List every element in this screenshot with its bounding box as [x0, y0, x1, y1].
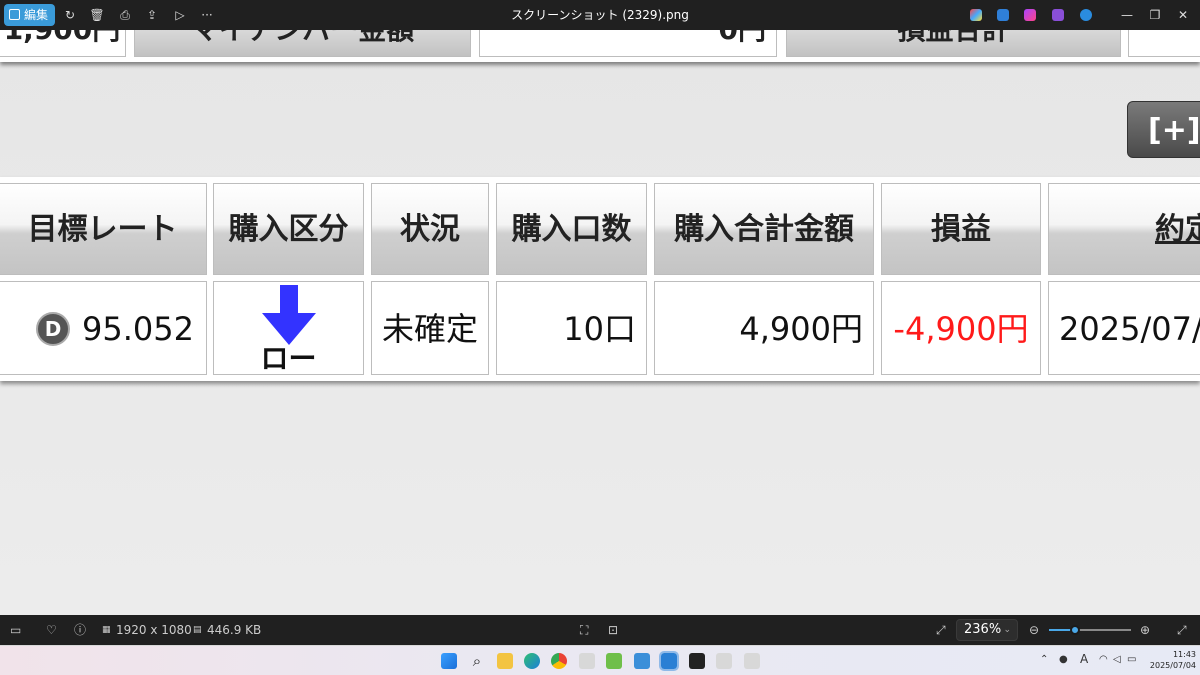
app-icon-5[interactable] — [744, 653, 760, 669]
start-icon[interactable] — [441, 653, 457, 669]
battery-icon[interactable]: ▭ — [1127, 654, 1136, 665]
taskbar: ⌕ ⌃ ● A ◠ ◁ ▭ 11:43 2025/07/04 — [0, 645, 1200, 675]
chevron-down-icon: ⌄ — [1003, 625, 1011, 635]
slideshow-icon[interactable]: ▷ — [172, 7, 188, 23]
zoom-slider-thumb[interactable] — [1070, 625, 1081, 635]
header-purchase-type: 購入区分 — [213, 183, 364, 275]
top-cell-amount: 1,900円 — [0, 30, 126, 57]
down-arrow-icon — [262, 285, 316, 345]
clock-date: 2025/07/04 — [1149, 661, 1196, 670]
top-cell-extra — [1128, 30, 1200, 57]
zoom-in-icon[interactable]: ⊕ — [1140, 615, 1150, 645]
photos-editor-icon[interactable] — [997, 9, 1009, 21]
header-total-amount: 購入合計金額 — [654, 183, 874, 275]
file-size: 446.9 KB — [207, 623, 262, 637]
clock-time: 11:43 — [1172, 650, 1196, 659]
favorite-icon[interactable]: ♡ — [46, 615, 57, 645]
photos-icon[interactable] — [659, 651, 679, 671]
top-cell-value: 0円 — [479, 30, 777, 57]
top-summary-row: 1,900円 マイナンバー金額 0円 損益合計 — [0, 30, 1200, 62]
app-icon-3[interactable] — [689, 653, 705, 669]
ime-indicator[interactable]: A — [1080, 652, 1088, 666]
position-table: 目標レート 購入区分 状況 購入口数 購入合計金額 損益 約定 D 95.052… — [0, 177, 1200, 381]
ocr-icon[interactable]: ⊡ — [608, 615, 618, 645]
cell-status: 未確定 — [371, 281, 489, 375]
onedrive-icon[interactable] — [1080, 9, 1092, 21]
close-icon[interactable]: ✕ — [1174, 6, 1192, 24]
share-icon[interactable]: ⇪ — [144, 7, 160, 23]
delete-icon[interactable]: 🗑 — [89, 7, 105, 23]
notepad-icon[interactable] — [634, 653, 650, 669]
info-icon[interactable]: ⓘ — [74, 615, 86, 645]
header-execution-date[interactable]: 約定 — [1048, 183, 1200, 275]
app-icon-2[interactable] — [606, 653, 622, 669]
digital-badge-icon: D — [36, 312, 70, 346]
cell-profit-loss: -4,900円 — [881, 281, 1041, 375]
header-profit-loss: 損益 — [881, 183, 1041, 275]
header-target-rate: 目標レート — [0, 183, 207, 275]
status-bar: ▭ ♡ ⓘ ▦ 1920 x 1080 ▤ 446.9 KB ⛶ ⊡ ⤢ 236… — [0, 615, 1200, 645]
expand-button[interactable]: [+] — [1127, 101, 1200, 158]
fit-to-window-icon[interactable]: ⤢ — [936, 615, 946, 645]
tray-app-icon[interactable]: ● — [1059, 654, 1068, 665]
file-explorer-icon[interactable] — [497, 653, 513, 669]
zoom-select[interactable]: 236% ⌄ — [956, 619, 1018, 641]
minimize-icon[interactable]: — — [1118, 6, 1136, 24]
top-cell-pl-total: 損益合計 — [786, 30, 1121, 57]
image-dimensions: 1920 x 1080 — [116, 623, 192, 637]
cell-execution-date: 2025/07/ — [1048, 281, 1200, 375]
edge-icon[interactable] — [524, 653, 540, 669]
system-clock[interactable]: 11:43 2025/07/04 — [1146, 649, 1196, 671]
title-bar: 編集 ↻ 🗑 ⎙ ⇪ ▷ ··· スクリーンショット (2329).png — … — [0, 0, 1200, 30]
edit-label: 編集 — [24, 8, 49, 22]
filmstrip-icon[interactable]: ▭ — [10, 615, 21, 645]
app-icon-1[interactable] — [579, 653, 595, 669]
designer-icon[interactable] — [1024, 9, 1036, 21]
zoom-value: 236% — [964, 622, 1002, 637]
clipchamp-icon[interactable] — [1052, 9, 1064, 21]
direction-label: ロー — [260, 342, 317, 375]
rotate-icon[interactable]: ↻ — [62, 7, 78, 23]
actual-size-icon[interactable]: ⛶ — [580, 615, 588, 645]
fullscreen-icon[interactable]: ⤢ — [1177, 615, 1187, 645]
copilot-icon[interactable] — [970, 9, 982, 21]
app-icon-4[interactable] — [716, 653, 732, 669]
edit-button[interactable]: 編集 — [4, 4, 55, 26]
search-icon[interactable]: ⌕ — [469, 653, 485, 669]
restore-icon[interactable]: ❐ — [1146, 6, 1164, 24]
cell-total-amount: 4,900円 — [654, 281, 874, 375]
image-viewport[interactable]: 1,900円 マイナンバー金額 0円 損益合計 [+] 目標レート 購入区分 状… — [0, 30, 1200, 615]
filesize-icon: ▤ — [193, 625, 202, 635]
volume-icon[interactable]: ◁ — [1113, 654, 1121, 665]
header-lots: 購入口数 — [496, 183, 647, 275]
chrome-icon[interactable] — [551, 653, 567, 669]
tray-chevron-icon[interactable]: ⌃ — [1040, 654, 1048, 665]
edit-icon — [9, 9, 20, 20]
target-rate-value: 95.052 — [82, 310, 194, 348]
more-icon[interactable]: ··· — [199, 7, 215, 23]
dimensions-icon: ▦ — [102, 625, 111, 635]
print-icon[interactable]: ⎙ — [117, 7, 133, 23]
top-cell-label: マイナンバー金額 — [134, 30, 471, 57]
cell-purchase-type: ロー — [213, 281, 364, 375]
zoom-out-icon[interactable]: ⊖ — [1029, 615, 1039, 645]
wifi-icon[interactable]: ◠ — [1099, 654, 1108, 665]
cell-lots: 10口 — [496, 281, 647, 375]
header-status: 状況 — [371, 183, 489, 275]
cell-target-rate: D 95.052 — [0, 281, 207, 375]
